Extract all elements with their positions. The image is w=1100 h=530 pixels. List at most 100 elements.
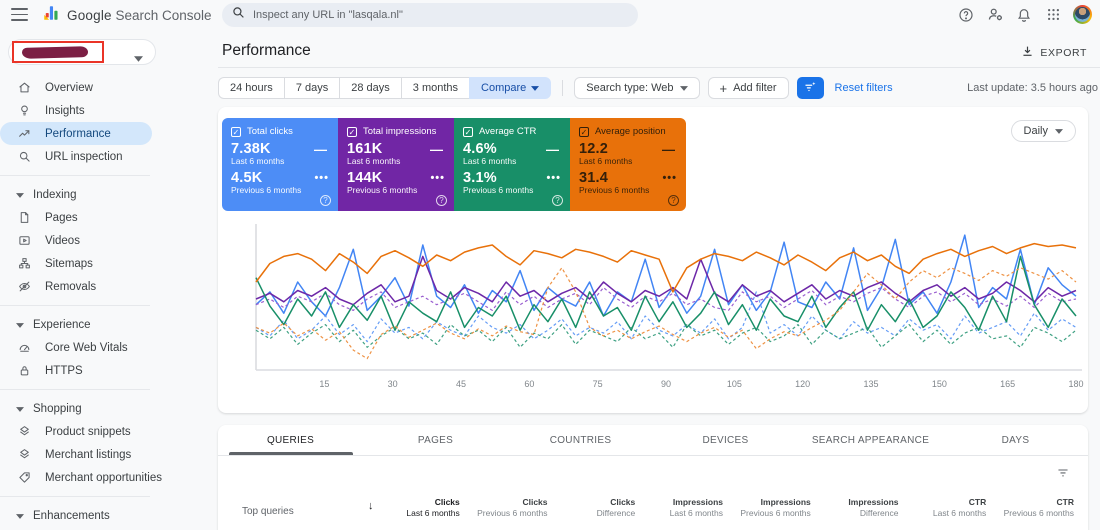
sidebar-item-product-snippets[interactable]: Product snippets <box>0 420 206 443</box>
help-icon[interactable]: ? <box>436 195 447 206</box>
column-period-label: Previous 6 months <box>477 508 548 518</box>
x-axis-tick: 75 <box>593 379 603 389</box>
date-range-chip-24-hours[interactable]: 24 hours <box>218 77 284 99</box>
reset-filters-link[interactable]: Reset filters <box>835 82 893 94</box>
google-search-console-app: Google Search Console Inspect any URL in… <box>0 0 1100 530</box>
tab-search-appearance[interactable]: SEARCH APPEARANCE <box>798 435 943 455</box>
sidebar-item-insights[interactable]: Insights <box>0 99 206 122</box>
column-header-ctr-previous-6-months[interactable]: CTR Previous 6 months <box>986 497 1074 519</box>
sidebar-item-label: Insights <box>45 104 85 117</box>
tab-countries[interactable]: COUNTRIES <box>508 435 653 455</box>
help-icon[interactable]: ? <box>320 195 331 206</box>
x-axis-tick: 165 <box>1000 379 1015 389</box>
checked-checkbox-icon[interactable]: ✓ <box>463 126 473 137</box>
speedometer-icon <box>17 341 31 355</box>
metric-period-current: Last 6 months <box>347 156 401 166</box>
metric-card-average-ctr[interactable]: ✓ Average CTR 4.6% — Last 6 months 3.1% •••… <box>454 118 570 211</box>
removal-icon <box>17 280 31 294</box>
plus-icon: + <box>719 80 728 96</box>
checked-checkbox-icon[interactable]: ✓ <box>579 126 589 137</box>
sidebar-section-experience[interactable]: Experience <box>0 313 206 336</box>
sidebar-section-shopping[interactable]: Shopping <box>0 397 206 420</box>
column-group-label: Clicks <box>610 497 636 507</box>
search-console-logo-icon <box>42 4 60 27</box>
compare-chip[interactable]: Compare <box>469 77 552 99</box>
metric-label: Total clicks <box>247 126 293 137</box>
sidebar-divider <box>0 305 150 306</box>
app-logo: Google Search Console <box>42 4 212 27</box>
tab-devices[interactable]: DEVICES <box>653 435 798 455</box>
sidebar-item-removals[interactable]: Removals <box>0 275 206 298</box>
sidebar-item-label: Merchant listings <box>45 448 132 461</box>
column-header-clicks-difference[interactable]: Clicks Difference <box>548 497 636 519</box>
sidebar-item-videos[interactable]: Videos <box>0 229 206 252</box>
sidebar-item-overview[interactable]: Overview <box>0 76 206 99</box>
sidebar-item-https[interactable]: HTTPS <box>0 359 206 382</box>
sidebar-section-enhancements[interactable]: Enhancements <box>0 504 206 527</box>
help-icon[interactable]: ? <box>668 195 679 206</box>
avatar[interactable] <box>1073 5 1092 24</box>
table-row-header[interactable]: Top queries <box>242 497 372 517</box>
column-header-ctr-last-6-months[interactable]: CTR Last 6 months <box>899 497 986 519</box>
metric-value-previous: 31.4 <box>579 170 609 186</box>
layers-icon <box>17 425 31 439</box>
download-icon <box>1021 45 1034 61</box>
metric-card-total-impressions[interactable]: ✓ Total impressions 161K — Last 6 months 1… <box>338 118 454 211</box>
column-header-impressions-last-6-months[interactable]: Impressions Last 6 months <box>635 497 723 519</box>
caret-down-icon <box>16 510 24 522</box>
column-period-label: Previous 6 months <box>1003 508 1074 518</box>
filter-toolbar: 24 hours 7 days 28 days 3 months Compare Sea… <box>218 77 893 99</box>
notifications-icon[interactable] <box>1015 6 1033 24</box>
tab-pages[interactable]: PAGES <box>363 435 508 455</box>
sidebar-section-label: Shopping <box>33 402 82 415</box>
sidebar-item-pages[interactable]: Pages <box>0 206 206 229</box>
help-icon[interactable]: ? <box>552 195 563 206</box>
url-inspect-input[interactable] <box>253 9 628 21</box>
performance-line-chart[interactable]: 15 30 45 60 75 90 105 120 135 150 165 180 <box>236 220 1084 400</box>
chevron-down-icon <box>679 82 688 94</box>
solid-line-legend-icon: — <box>662 141 675 157</box>
export-button[interactable]: EXPORT <box>1021 45 1087 61</box>
checked-checkbox-icon[interactable]: ✓ <box>231 126 241 137</box>
url-inspect-searchbox[interactable] <box>222 3 638 27</box>
granularity-dropdown[interactable]: Daily <box>1010 120 1076 142</box>
column-header-impressions-previous-6-months[interactable]: Impressions Previous 6 months <box>723 497 810 519</box>
metric-label: Average CTR <box>479 126 537 137</box>
sidebar-item-merchant-listings[interactable]: Merchant listings <box>0 443 206 466</box>
filter-toggle-button[interactable] <box>796 77 824 99</box>
sidebar-section-indexing[interactable]: Indexing <box>0 183 206 206</box>
sidebar-item-url-inspection[interactable]: URL inspection <box>0 145 206 168</box>
apps-grid-icon[interactable] <box>1044 6 1062 24</box>
add-filter-chip[interactable]: + Add filter <box>707 77 789 99</box>
table-filter-icon[interactable] <box>1056 467 1070 482</box>
sidebar-item-label: Merchant opportunities <box>45 471 162 484</box>
metric-card-total-clicks[interactable]: ✓ Total clicks 7.38K — Last 6 months 4.5K •… <box>222 118 338 211</box>
help-icon[interactable] <box>957 6 975 24</box>
sidebar-item-core-web-vitals[interactable]: Core Web Vitals <box>0 336 206 359</box>
sidebar-item-merchant-opportunities[interactable]: Merchant opportunities <box>0 466 206 489</box>
column-header-impressions-difference[interactable]: Impressions Difference <box>811 497 898 519</box>
tab-days[interactable]: DAYS <box>943 435 1088 455</box>
sidebar-divider <box>0 496 150 497</box>
search-type-chip[interactable]: Search type: Web <box>574 77 700 99</box>
checked-checkbox-icon[interactable]: ✓ <box>347 126 357 137</box>
date-range-chip-28-days[interactable]: 28 days <box>339 77 401 99</box>
metric-card-average-position[interactable]: ✓ Average position 12.2 — Last 6 months 31… <box>570 118 686 211</box>
tab-queries[interactable]: QUERIES <box>218 435 363 455</box>
dotted-line-legend-icon: ••• <box>314 172 329 184</box>
sidebar-item-performance[interactable]: Performance <box>0 122 152 145</box>
x-axis-tick: 90 <box>661 379 671 389</box>
sidebar-divider <box>0 175 150 176</box>
menu-icon[interactable] <box>11 8 28 21</box>
date-range-chip-7-days[interactable]: 7 days <box>283 77 340 99</box>
sidebar-item-sitemaps[interactable]: Sitemaps <box>0 252 206 275</box>
metric-period-previous: Previous 6 months <box>579 185 650 195</box>
home-icon <box>17 81 31 95</box>
manage-users-icon[interactable] <box>986 6 1004 24</box>
metric-period-previous: Previous 6 months <box>463 185 534 195</box>
app-title: Google Search Console <box>67 8 212 23</box>
filter-sparkle-icon <box>803 80 817 97</box>
column-header-clicks-previous-6-months[interactable]: Clicks Previous 6 months <box>460 497 548 519</box>
column-header-clicks-last-6-months[interactable]: ↓ Clicks Last 6 months <box>368 497 460 519</box>
date-range-chip-3-months[interactable]: 3 months <box>400 77 470 99</box>
